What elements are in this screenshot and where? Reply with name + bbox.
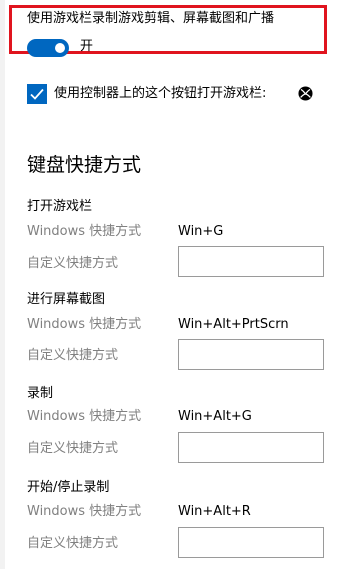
left-edge-strip bbox=[0, 0, 5, 569]
keyboard-shortcuts-title: 键盘快捷方式 bbox=[27, 154, 142, 176]
windows-shortcut-value: Win+Alt+PrtScrn bbox=[178, 317, 289, 332]
toggle-knob bbox=[55, 43, 65, 53]
custom-shortcut-input[interactable] bbox=[178, 246, 324, 277]
xbox-icon bbox=[298, 86, 313, 101]
shortcut-group-title: 打开游戏栏 bbox=[27, 199, 93, 214]
game-bar-toggle-state: 开 bbox=[80, 39, 94, 54]
windows-shortcut-value: Win+Alt+G bbox=[178, 409, 252, 424]
custom-shortcut-label: 自定义快捷方式 bbox=[27, 256, 119, 271]
game-bar-settings-page: 使用游戏栏录制游戏剪辑、屏幕截图和广播 开 使用控制器上的这个按钮打开游戏栏: … bbox=[0, 0, 346, 569]
windows-shortcut-value: Win+Alt+R bbox=[178, 504, 251, 519]
controller-button-checkbox[interactable] bbox=[27, 84, 47, 104]
shortcut-group-title: 录制 bbox=[27, 386, 54, 401]
custom-shortcut-input[interactable] bbox=[178, 339, 324, 370]
custom-shortcut-label: 自定义快捷方式 bbox=[27, 536, 119, 551]
shortcut-group-title: 进行屏幕截图 bbox=[27, 292, 106, 307]
custom-shortcut-input[interactable] bbox=[178, 432, 324, 463]
custom-shortcut-label: 自定义快捷方式 bbox=[27, 441, 119, 456]
windows-shortcut-label: Windows 快捷方式 bbox=[27, 317, 142, 332]
shortcut-group-title: 开始/停止录制 bbox=[27, 480, 110, 495]
custom-shortcut-label: 自定义快捷方式 bbox=[27, 348, 119, 363]
windows-shortcut-label: Windows 快捷方式 bbox=[27, 409, 142, 424]
windows-shortcut-value: Win+G bbox=[178, 224, 224, 239]
windows-shortcut-label: Windows 快捷方式 bbox=[27, 224, 142, 239]
checkmark-icon bbox=[30, 88, 44, 100]
game-bar-toggle[interactable] bbox=[27, 39, 69, 57]
custom-shortcut-input[interactable] bbox=[178, 527, 324, 558]
controller-button-checkbox-label: 使用控制器上的这个按钮打开游戏栏: bbox=[54, 86, 267, 101]
game-bar-toggle-title: 使用游戏栏录制游戏剪辑、屏幕截图和广播 bbox=[27, 11, 275, 26]
windows-shortcut-label: Windows 快捷方式 bbox=[27, 504, 142, 519]
